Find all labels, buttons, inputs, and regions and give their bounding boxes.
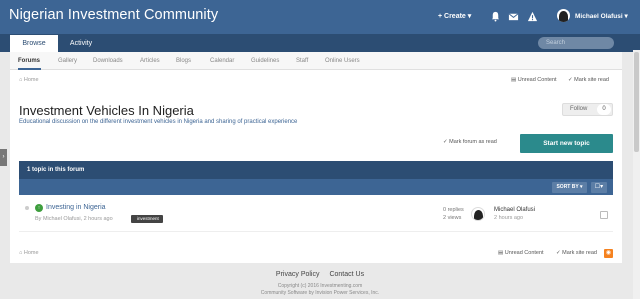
breadcrumb-home-bottom[interactable]: ⌂ Home xyxy=(19,250,39,256)
last-post-time: 2 hours ago xyxy=(494,215,524,221)
mark-site-read-link[interactable]: ✓ Mark site read xyxy=(568,77,609,83)
start-new-topic-button[interactable]: Start new topic xyxy=(520,134,613,153)
subnav-calendar[interactable]: Calendar xyxy=(210,58,234,64)
create-menu-button[interactable]: + Create ▾ xyxy=(438,12,471,20)
subnav-articles[interactable]: Articles xyxy=(140,58,160,64)
rss-icon[interactable]: ◉ xyxy=(604,249,613,258)
topic-count-header: 1 topic in this forum xyxy=(19,161,613,179)
unread-content-link[interactable]: ▤ Unread Content xyxy=(511,77,557,83)
reply-count: 0 replies xyxy=(443,207,464,213)
user-avatar[interactable] xyxy=(557,9,570,22)
page-title: Investment Vehicles In Nigeria xyxy=(19,103,194,118)
breadcrumb-home[interactable]: ⌂ Home xyxy=(19,77,39,83)
envelope-icon[interactable] xyxy=(508,11,519,22)
footer-links: Privacy Policy Contact Us xyxy=(0,271,640,278)
unread-content-link-bottom[interactable]: ▤ Unread Content xyxy=(498,250,544,256)
footer-copyright: Copyright (c) 2016 Investmenting.com Com… xyxy=(0,283,640,297)
sort-by-button[interactable]: SORT BY ▾ xyxy=(552,182,587,193)
tab-browse[interactable]: Browse xyxy=(10,35,58,52)
contact-us-link[interactable]: Contact Us xyxy=(329,271,364,278)
user-menu[interactable]: Michael Olafusi ▾ xyxy=(575,12,628,20)
topic-list-toolbar xyxy=(19,179,613,195)
subnav-guidelines[interactable]: Guidelines xyxy=(251,58,279,64)
subnav-downloads[interactable]: Downloads xyxy=(93,58,123,64)
copyright-text: Copyright (c) 2016 Investmenting.com xyxy=(277,283,363,289)
follower-count: 0 xyxy=(597,104,611,115)
subnav-blogs[interactable]: Blogs xyxy=(176,58,191,64)
tab-activity[interactable]: Activity xyxy=(58,35,104,52)
subnav-gallery[interactable]: Gallery xyxy=(58,58,77,64)
site-title[interactable]: Nigerian Investment Community xyxy=(9,7,218,23)
view-toggle-button[interactable]: ☐▾ xyxy=(591,182,607,193)
search-input[interactable]: Search xyxy=(538,37,614,49)
last-poster-name[interactable]: Michael Olafusi xyxy=(494,207,535,213)
topic-status-icon: ↑ xyxy=(35,204,43,212)
subnav-forums[interactable]: Forums xyxy=(18,58,40,64)
topic-tag[interactable]: investment xyxy=(131,215,163,223)
topic-title-link[interactable]: Investing in Nigeria xyxy=(46,204,106,211)
topic-meta: By Michael Olafusi, 2 hours ago xyxy=(35,216,113,222)
read-status-dot xyxy=(25,206,29,210)
topic-select-checkbox[interactable] xyxy=(600,211,608,219)
forum-description: Educational discussion on the different … xyxy=(19,119,298,125)
privacy-policy-link[interactable]: Privacy Policy xyxy=(276,271,320,278)
unread-icon: ▤ xyxy=(498,250,505,256)
side-panel-toggle[interactable]: › xyxy=(0,149,7,166)
subnav-online-users[interactable]: Online Users xyxy=(325,58,360,64)
software-credit[interactable]: Community Software by Invision Power Ser… xyxy=(0,290,640,297)
warning-icon[interactable] xyxy=(527,11,538,22)
view-count: 2 views xyxy=(443,215,462,221)
subnav-staff[interactable]: Staff xyxy=(296,58,308,64)
mark-site-read-link-bottom[interactable]: ✓ Mark site read xyxy=(556,250,597,256)
unread-icon: ▤ xyxy=(511,77,518,83)
last-poster-avatar[interactable] xyxy=(471,207,485,221)
bell-icon[interactable] xyxy=(490,11,501,22)
mark-forum-read-link[interactable]: ✓ Mark forum as read xyxy=(443,139,497,145)
table-row[interactable] xyxy=(19,196,613,232)
scrollbar-thumb[interactable] xyxy=(634,52,639,152)
